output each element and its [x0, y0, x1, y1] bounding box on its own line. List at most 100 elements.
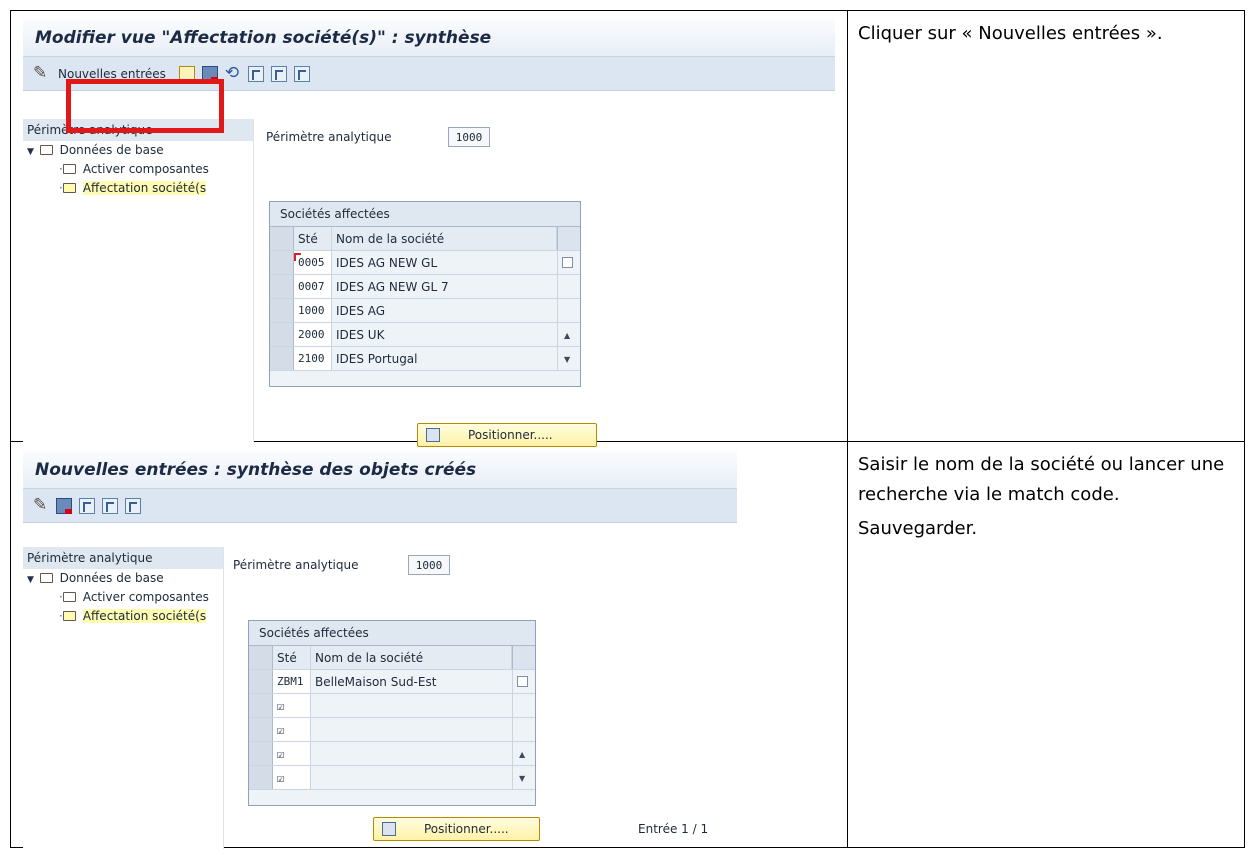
scroll-down-arrow-icon[interactable]: ▼: [519, 774, 525, 783]
instruction-step-2-search: Saisir le nom de la société ou lancer un…: [858, 454, 1225, 505]
company-code-input[interactable]: ☑: [273, 718, 311, 741]
bullet-icon: ·: [59, 181, 63, 195]
company-code-cell[interactable]: 2100: [294, 347, 332, 370]
row-selector[interactable]: [249, 766, 273, 789]
select-block-icon[interactable]: [270, 65, 287, 82]
company-code: 0005: [298, 256, 325, 269]
company-name-cell[interactable]: [311, 766, 513, 789]
open-folder-icon: [63, 183, 76, 193]
company-name-cell[interactable]: [311, 694, 513, 717]
position-icon: [382, 822, 396, 836]
row-selector[interactable]: [249, 742, 273, 765]
window-title: Modifier vue "Affectation société(s)" : …: [23, 19, 835, 57]
company-name-cell[interactable]: IDES AG NEW GL 7: [332, 275, 558, 298]
company-code-input[interactable]: ☑: [273, 694, 311, 717]
tree-node-label: Affectation société(s: [82, 609, 207, 623]
company-code-input[interactable]: ☑: [273, 742, 311, 765]
cost-area-field[interactable]: 1000: [448, 127, 490, 147]
col-header-code[interactable]: Sté: [294, 227, 332, 250]
position-button[interactable]: Positionner.....: [373, 817, 540, 841]
app-toolbar: [23, 489, 737, 523]
row-selector[interactable]: [249, 670, 273, 693]
expand-triangle-icon[interactable]: ▼: [27, 147, 34, 157]
table-row[interactable]: 1000 IDES AG: [270, 299, 580, 323]
scroll-up-arrow-icon[interactable]: ▲: [564, 331, 570, 340]
company-name-cell[interactable]: [311, 742, 513, 765]
companies-grid: Sociétés affectées Sté Nom de la société…: [248, 620, 536, 806]
expand-triangle-icon[interactable]: ▼: [27, 575, 34, 585]
row-selector[interactable]: [249, 694, 273, 717]
company-name-cell[interactable]: IDES Portugal: [332, 347, 558, 370]
pencil-icon[interactable]: [33, 495, 49, 515]
instruction-table: Modifier vue "Affectation société(s)" : …: [10, 10, 1245, 849]
pencil-icon[interactable]: [33, 63, 49, 83]
table-row[interactable]: ☑ ▲: [249, 742, 535, 766]
select-block-icon[interactable]: [102, 497, 118, 514]
bullet-icon: ·: [59, 609, 63, 623]
tree-node-affectation-societe[interactable]: · Affectation société(s: [23, 179, 253, 198]
cost-area-field[interactable]: 1000: [408, 555, 450, 575]
open-folder-icon: [63, 611, 76, 621]
company-name-cell[interactable]: BelleMaison Sud-Est: [311, 670, 513, 693]
tree-node-donnees-de-base[interactable]: ▼ Données de base: [23, 569, 223, 588]
col-header-name[interactable]: Nom de la société: [311, 646, 512, 669]
company-name-cell[interactable]: IDES UK: [332, 323, 558, 346]
select-all-cell[interactable]: [270, 227, 294, 250]
tree-node-activer-composantes[interactable]: · Activer composantes: [23, 588, 223, 607]
tree-node-activer-composantes[interactable]: · Activer composantes: [23, 160, 253, 179]
scroll-down-arrow-icon[interactable]: ▼: [564, 355, 570, 364]
company-code-cell[interactable]: 2000: [294, 323, 332, 346]
table-row[interactable]: ZBM1 BelleMaison Sud-Est: [249, 670, 535, 694]
scroll-up-arrow-icon[interactable]: ▲: [519, 750, 525, 759]
table-row[interactable]: 2000 IDES UK ▲: [270, 323, 580, 347]
deselect-all-icon[interactable]: [293, 65, 310, 82]
table-row[interactable]: 0007 IDES AG NEW GL 7: [270, 275, 580, 299]
tree-node-label: Activer composantes: [82, 162, 209, 176]
select-all-icon[interactable]: [247, 65, 264, 82]
instruction-cell-1: Cliquer sur « Nouvelles entrées ».: [847, 10, 1245, 442]
row-selector[interactable]: [249, 718, 273, 741]
table-row[interactable]: 0005 IDES AG NEW GL: [270, 251, 580, 275]
table-row[interactable]: ☑: [249, 718, 535, 742]
delete-icon[interactable]: [56, 497, 72, 514]
cost-area-label: Périmètre analytique: [233, 558, 359, 572]
column-config-cell[interactable]: [557, 227, 580, 250]
company-name-cell[interactable]: IDES AG NEW GL: [332, 251, 558, 274]
row-selector[interactable]: [270, 347, 294, 370]
entry-counter: Entrée 1 / 1: [638, 822, 709, 836]
table-row[interactable]: ☑: [249, 694, 535, 718]
tree-node-affectation-societe[interactable]: · Affectation société(s: [23, 607, 223, 626]
tree-node-label: Activer composantes: [82, 590, 209, 604]
col-header-name[interactable]: Nom de la société: [332, 227, 557, 250]
company-code-cell[interactable]: ZBM1: [273, 670, 311, 693]
navigation-tree: Périmètre analytique ▼ Données de base ·…: [23, 547, 224, 849]
scrollbar-top-box[interactable]: [517, 676, 528, 687]
bullet-icon: ·: [59, 162, 63, 176]
scrollbar-top-box[interactable]: [562, 257, 573, 268]
company-code-cell[interactable]: 0005: [294, 251, 332, 274]
navigation-tree: Périmètre analytique ▼ Données de base ·…: [23, 119, 254, 442]
deselect-all-icon[interactable]: [125, 497, 141, 514]
row-selector[interactable]: [270, 275, 294, 298]
table-row[interactable]: ☑ ▼: [249, 766, 535, 790]
undo-icon[interactable]: [225, 63, 241, 83]
column-config-cell[interactable]: [512, 646, 535, 669]
table-row[interactable]: 2100 IDES Portugal ▼: [270, 347, 580, 371]
company-name-cell[interactable]: IDES AG: [332, 299, 558, 322]
row-selector[interactable]: [270, 323, 294, 346]
select-all-icon[interactable]: [79, 497, 95, 514]
instruction-step-2-save: Sauvegarder.: [858, 518, 978, 539]
company-name-cell[interactable]: [311, 718, 513, 741]
company-code-input[interactable]: ☑: [273, 766, 311, 789]
row-selector[interactable]: [270, 251, 294, 274]
row-selector[interactable]: [270, 299, 294, 322]
tree-node-donnees-de-base[interactable]: ▼ Données de base: [23, 141, 253, 160]
select-all-cell[interactable]: [249, 646, 273, 669]
instruction-cell-2: Saisir le nom de la société ou lancer un…: [847, 441, 1245, 848]
grid-header-row: Sté Nom de la société: [249, 646, 535, 670]
screenshot-cell-1: Modifier vue "Affectation société(s)" : …: [10, 10, 848, 447]
company-code-cell[interactable]: 1000: [294, 299, 332, 322]
col-header-code[interactable]: Sté: [273, 646, 311, 669]
company-code-cell[interactable]: 0007: [294, 275, 332, 298]
window-title: Nouvelles entrées : synthèse des objets …: [23, 451, 737, 489]
